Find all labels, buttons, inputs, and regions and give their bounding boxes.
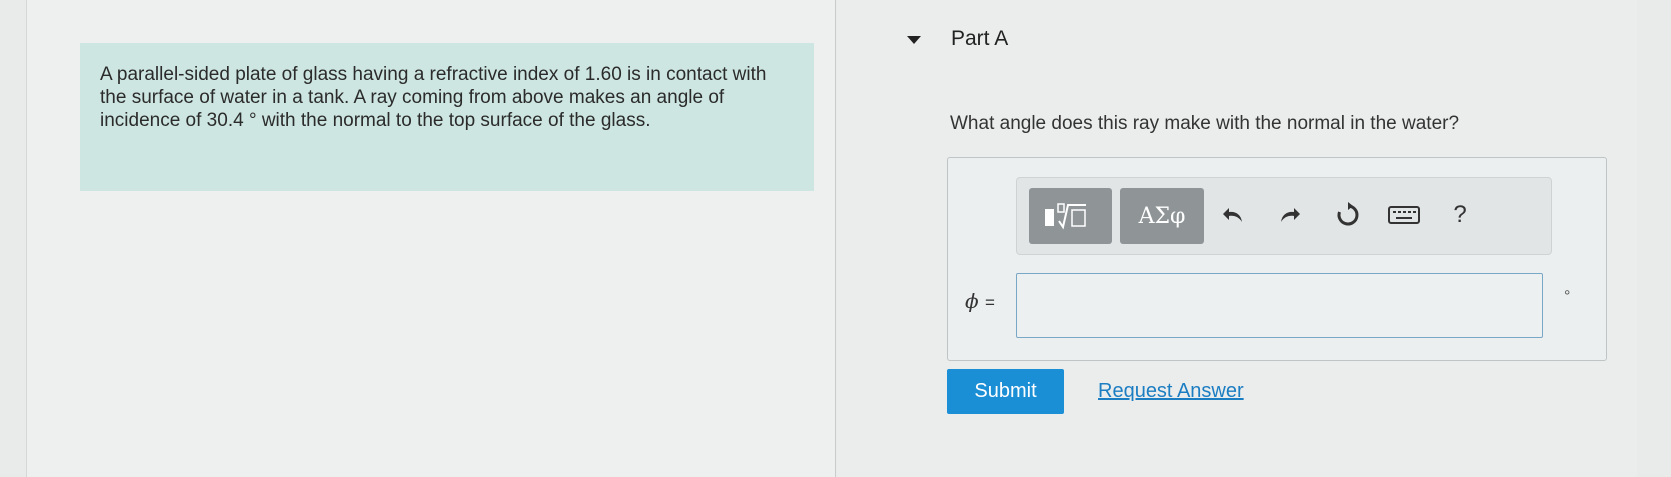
part-header[interactable]: Part A bbox=[907, 25, 1008, 53]
question-text: What angle does this ray make with the n… bbox=[950, 113, 1460, 134]
unit-label: ° bbox=[1564, 288, 1571, 305]
variable-symbol: ϕ bbox=[965, 289, 979, 313]
answer-input[interactable] bbox=[1016, 273, 1543, 338]
equals-sign: = bbox=[985, 293, 995, 312]
submit-button[interactable]: Submit bbox=[947, 369, 1064, 414]
templates-icon bbox=[1044, 203, 1086, 230]
undo-icon[interactable] bbox=[1217, 198, 1251, 232]
help-label: ? bbox=[1453, 201, 1467, 228]
problem-text: A parallel-sided plate of glass having a… bbox=[100, 64, 767, 131]
math-toolbar: ΑΣφ ? bbox=[1016, 177, 1552, 255]
reset-icon[interactable] bbox=[1331, 198, 1365, 232]
answer-variable-label: ϕ = bbox=[965, 289, 995, 313]
problem-statement: A parallel-sided plate of glass having a… bbox=[80, 43, 814, 191]
part-title: Part A bbox=[951, 27, 1009, 50]
keyboard-icon[interactable] bbox=[1387, 198, 1421, 232]
templates-button[interactable] bbox=[1029, 188, 1112, 244]
redo-icon[interactable] bbox=[1272, 198, 1306, 232]
greek-symbols-label: ΑΣφ bbox=[1138, 203, 1186, 229]
help-button[interactable]: ? bbox=[1443, 198, 1477, 232]
request-answer-link[interactable]: Request Answer bbox=[1098, 380, 1244, 403]
greek-symbols-button[interactable]: ΑΣφ bbox=[1120, 188, 1204, 244]
collapse-caret-icon[interactable] bbox=[907, 36, 921, 44]
